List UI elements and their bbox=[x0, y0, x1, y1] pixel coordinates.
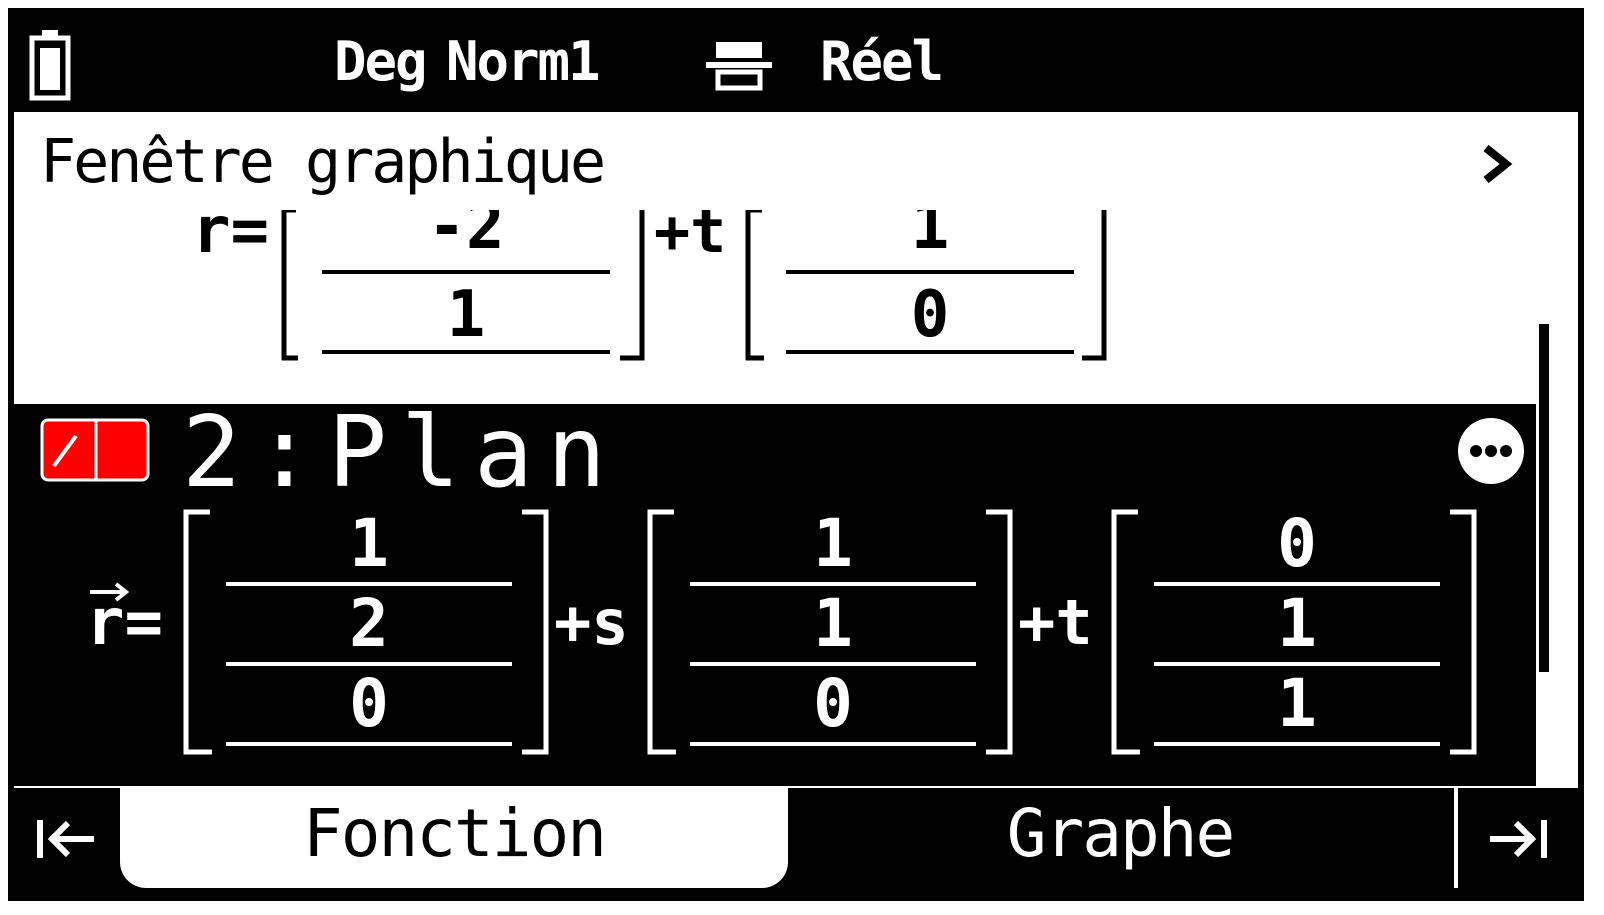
more-options-icon[interactable] bbox=[1456, 416, 1526, 486]
tab-bar: Fonction Graphe bbox=[14, 788, 1578, 895]
vertical-scrollbar[interactable] bbox=[1539, 324, 1549, 672]
direction-vector-1-cell[interactable]: 1 bbox=[813, 585, 853, 662]
angle-mode: Deg bbox=[334, 30, 428, 93]
tab-fonction[interactable]: Fonction bbox=[120, 788, 788, 888]
direction-vector-1: 1 1 0 bbox=[647, 505, 1013, 755]
complex-mode: Réel bbox=[820, 30, 944, 93]
prev-vector-2: 1 0 bbox=[745, 210, 1107, 361]
bracket-right bbox=[1082, 210, 1107, 361]
equation-operator: +s bbox=[554, 586, 629, 659]
screen-frame: Deg Norm1 Réel Fenêtre graphique r= -2 1… bbox=[8, 8, 1584, 901]
prev-vec1-cell: 1 bbox=[447, 278, 486, 352]
bracket-left bbox=[745, 210, 764, 361]
math-input-icon bbox=[706, 42, 772, 91]
point-vector-cell[interactable]: 0 bbox=[349, 665, 389, 742]
equation-lhs: r= bbox=[86, 586, 163, 660]
point-vector-cell[interactable]: 2 bbox=[349, 585, 389, 662]
point-vector-cell[interactable]: 1 bbox=[349, 505, 389, 582]
prev-eq-op: +t bbox=[654, 210, 726, 267]
bracket-left bbox=[281, 210, 298, 361]
chevron-right-icon[interactable] bbox=[1476, 134, 1516, 194]
window-title[interactable]: Fenêtre graphique bbox=[40, 126, 606, 198]
direction-vector-2-cell[interactable]: 1 bbox=[1277, 585, 1317, 662]
prev-eq-lhs: r= bbox=[192, 210, 269, 268]
previous-equation[interactable]: r= -2 1 +t 1 0 bbox=[14, 210, 1578, 380]
display-mode: Norm1 bbox=[446, 30, 601, 93]
calculator-screen: Deg Norm1 Réel Fenêtre graphique r= -2 1… bbox=[0, 0, 1604, 915]
bracket-left bbox=[647, 509, 676, 755]
prev-vec2-cell: 1 bbox=[911, 210, 950, 264]
direction-vector-2: 0 1 1 bbox=[1111, 505, 1477, 755]
tab-graphe[interactable]: Graphe bbox=[788, 788, 1452, 888]
bracket-right bbox=[522, 509, 549, 755]
bracket-left bbox=[1111, 509, 1140, 755]
status-bar: Deg Norm1 Réel bbox=[14, 14, 1578, 112]
bracket-left bbox=[183, 509, 212, 755]
bracket-right bbox=[1450, 509, 1477, 755]
bracket-right bbox=[620, 210, 645, 361]
tab-next-button[interactable] bbox=[1454, 788, 1578, 888]
direction-vector-2-cell[interactable]: 1 bbox=[1277, 665, 1317, 742]
tab-prev-button[interactable] bbox=[14, 788, 120, 888]
prev-vec2-cell: 0 bbox=[911, 278, 950, 352]
equation-operator: +t bbox=[1018, 586, 1093, 659]
direction-vector-2-cell[interactable]: 0 bbox=[1277, 505, 1317, 582]
point-vector: 1 2 0 bbox=[183, 505, 549, 755]
tab-prev-icon bbox=[37, 820, 94, 858]
graph-toggle-icon[interactable] bbox=[40, 418, 150, 482]
direction-vector-1-cell[interactable]: 0 bbox=[813, 665, 853, 742]
prev-vec1-cell: -2 bbox=[427, 210, 504, 264]
selected-equation[interactable]: 2:Plan r= 1 2 0 +s 1 1 0 +t 0 1 1 bbox=[14, 398, 1536, 786]
plane-equation: r= 1 2 0 +s 1 1 0 +t 0 1 1 bbox=[86, 505, 1477, 755]
bracket-right bbox=[986, 509, 1013, 755]
tab-graphe-label: Graphe bbox=[1006, 795, 1235, 872]
tab-fonction-label: Fonction bbox=[303, 795, 607, 872]
direction-vector-1-cell[interactable]: 1 bbox=[813, 505, 853, 582]
tab-next-icon bbox=[1490, 820, 1547, 858]
battery-icon bbox=[29, 30, 71, 101]
prev-vector-1: -2 1 bbox=[281, 210, 645, 361]
